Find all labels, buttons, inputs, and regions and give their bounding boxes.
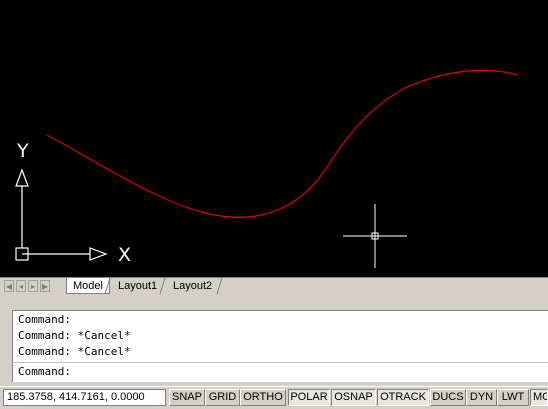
command-input[interactable]: Command:: [12, 362, 548, 382]
axis-y-label: Y: [17, 140, 29, 162]
snap-toggle[interactable]: SNAP: [169, 389, 205, 406]
coordinates-readout[interactable]: 185.3758, 414.7161, 0.0000: [3, 389, 166, 406]
command-window: Command: Command: *Cancel* Command: *Can…: [0, 300, 548, 384]
command-history[interactable]: Command: Command: *Cancel* Command: *Can…: [12, 310, 548, 362]
drawing-viewport[interactable]: Y X: [0, 0, 548, 277]
otrack-toggle[interactable]: OTRACK: [377, 389, 429, 406]
spline-curve[interactable]: [46, 69, 519, 218]
command-history-line: Command: *Cancel*: [18, 345, 131, 358]
lwt-toggle[interactable]: LWT: [497, 389, 529, 406]
command-prompt: Command:: [18, 365, 71, 378]
model-toggle[interactable]: MODEL: [530, 389, 548, 406]
polar-toggle[interactable]: POLAR: [288, 389, 330, 406]
command-history-line: Command: *Cancel*: [18, 329, 131, 342]
tab-separators: [104, 278, 223, 295]
drawing-canvas[interactable]: [0, 0, 548, 277]
ducs-toggle[interactable]: DUCS: [430, 389, 466, 406]
command-history-line: Command:: [18, 313, 71, 326]
layout-tab-bar: ◀ ◂ ▸ ▶ Model Layout1 Layout2: [0, 277, 548, 295]
ucs-icon: [15, 168, 108, 261]
ortho-toggle[interactable]: ORTHO: [240, 389, 286, 406]
osnap-toggle[interactable]: OSNAP: [331, 389, 376, 406]
axis-x-label: X: [118, 244, 132, 266]
status-bar: 185.3758, 414.7161, 0.0000 SNAP GRID ORT…: [0, 386, 548, 409]
crosshair-cursor-icon: [343, 204, 407, 268]
grid-toggle[interactable]: GRID: [205, 389, 240, 406]
dyn-toggle[interactable]: DYN: [466, 389, 497, 406]
